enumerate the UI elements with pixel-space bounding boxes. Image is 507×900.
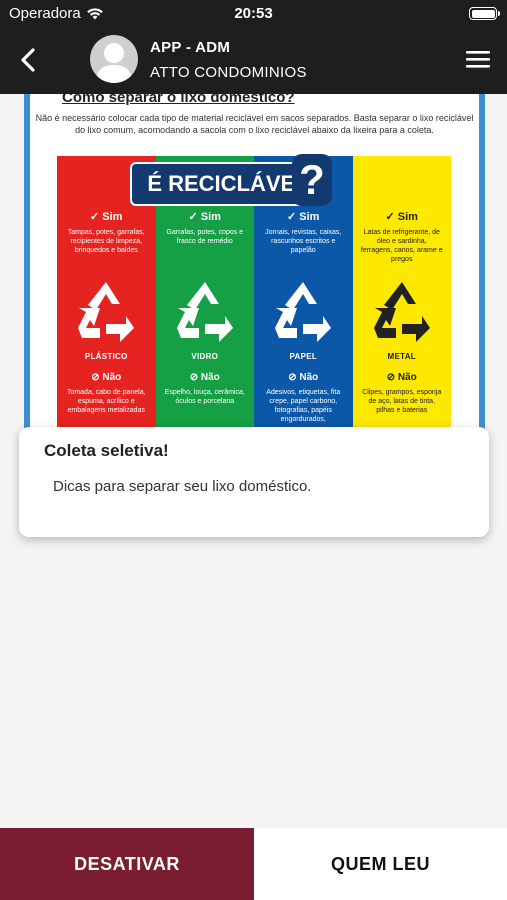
deactivate-button[interactable]: DESATIVAR — [0, 828, 254, 900]
no-items: Clipes, grampos, esponja de aço, latas d… — [362, 389, 442, 414]
chevron-left-icon[interactable] — [14, 46, 42, 74]
who-read-button[interactable]: QUEM LEU — [254, 828, 507, 900]
no-items: Adesivos, etiquetas, fita crepe, papel c… — [266, 389, 341, 423]
yes-label: ✓ Sim — [385, 211, 418, 223]
no-items: Tomada, cabo de panela, espuma, acrílico… — [66, 389, 146, 414]
hamburger-menu-icon[interactable] — [465, 48, 491, 70]
poster-intro: Não é necessário colocar cada tipo de ma… — [35, 113, 474, 135]
no-items: Espelho, louça, cerâmica, óculos e porce… — [164, 389, 245, 405]
notice-title: Coleta seletiva! — [44, 441, 169, 460]
material-label: PAPEL — [289, 352, 318, 361]
no-label: ⊘ Não — [288, 372, 319, 383]
yes-items: Jornais, revistas, caixas, rascunhos esc… — [265, 229, 342, 254]
yes-items: Tampas, potes, garrafas, recipientes de … — [67, 229, 145, 254]
notice-card[interactable]: Coleta seletiva! Dicas para separar seu … — [19, 427, 489, 537]
recycle-icon — [78, 282, 135, 342]
yes-items: Garrafas, potes, copos e frasco de reméd… — [166, 229, 244, 245]
recycling-poster-image: Como separar o lixo doméstico? Não é nec… — [24, 94, 485, 434]
recycle-icon — [176, 282, 233, 342]
clock: 20:53 — [234, 5, 273, 22]
poster-heading: Como separar o lixo doméstico? — [62, 94, 295, 106]
user-avatar-icon[interactable] — [90, 35, 138, 83]
yes-label: ✓ Sim — [188, 211, 221, 223]
no-label: ⊘ Não — [189, 372, 220, 383]
yes-label: ✓ Sim — [287, 211, 320, 223]
question-mark-icon: ? — [292, 154, 332, 206]
yes-items: Latas de refrigerante, de óleo e sardinh… — [360, 229, 443, 263]
header-subtitle: ATTO CONDOMINIOS — [150, 64, 307, 81]
app-header: APP - ADM ATTO CONDOMINIOS — [0, 28, 507, 94]
recycle-icon — [275, 282, 332, 342]
material-label: METAL — [387, 352, 416, 361]
banner-text: É RECICLÁVEL — [147, 171, 309, 196]
material-label: VIDRO — [191, 352, 219, 361]
battery-icon — [469, 7, 500, 20]
no-label: ⊘ Não — [91, 372, 122, 383]
yes-label: ✓ Sim — [90, 211, 123, 223]
material-label: PLÁSTICO — [84, 352, 128, 361]
column-metal: ✓ Sim Latas de refrigerante, de óleo e s… — [352, 156, 451, 434]
recyclable-banner: É RECICLÁVEL ? — [130, 154, 332, 206]
notice-description: Dicas para separar seu lixo doméstico. — [53, 478, 312, 495]
recycle-icon — [373, 282, 430, 342]
no-label: ⊘ Não — [386, 372, 417, 383]
header-title: APP - ADM — [150, 39, 231, 56]
status-bar: Operadora 20:53 — [0, 0, 507, 28]
